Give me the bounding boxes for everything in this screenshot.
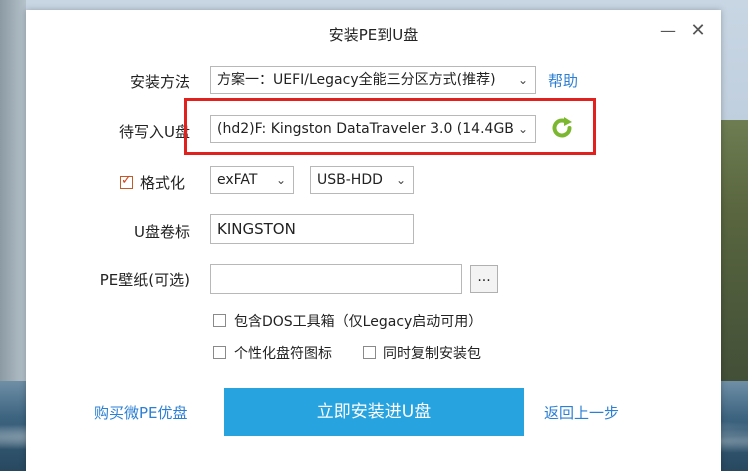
- help-link[interactable]: 帮助: [548, 70, 578, 91]
- target-drive-label: 待写入U盘: [119, 123, 190, 141]
- wallpaper-input[interactable]: [210, 264, 462, 294]
- format-label: 格式化: [140, 174, 186, 192]
- background-cliff-right: [718, 120, 748, 420]
- wallpaper-label: PE壁纸(可选): [99, 271, 190, 289]
- custom-icon-label: 个性化盘符图标: [234, 346, 332, 362]
- close-button[interactable]: ✕: [689, 22, 707, 40]
- back-link[interactable]: 返回上一步: [544, 402, 619, 423]
- boot-mode-select[interactable]: USB-HDD ⌄: [310, 166, 414, 194]
- include-dos-label: 包含DOS工具箱（仅Legacy启动可用）: [234, 314, 483, 330]
- copy-package-checkbox[interactable]: [363, 346, 376, 359]
- chevron-down-icon: ⌄: [275, 173, 287, 187]
- copy-package-label: 同时复制安装包: [383, 346, 481, 362]
- chevron-down-icon: ⌄: [517, 73, 529, 87]
- browse-button[interactable]: ...: [470, 265, 498, 293]
- background-cliff-left: [0, 0, 26, 395]
- filesystem-select[interactable]: exFAT ⌄: [210, 166, 294, 194]
- install-pe-dialog: 安装PE到U盘 — ✕ 安装方法 方案一：UEFI/Legacy全能三分区方式(…: [26, 10, 721, 471]
- volume-label-input[interactable]: KINGSTON: [210, 214, 414, 244]
- custom-icon-checkbox[interactable]: [213, 346, 226, 359]
- format-checkbox[interactable]: [120, 173, 133, 189]
- filesystem-value: exFAT: [217, 172, 258, 188]
- install-method-value: 方案一：UEFI/Legacy全能三分区方式(推荐): [217, 72, 496, 88]
- chevron-down-icon: ⌄: [395, 173, 407, 187]
- buy-pe-drive-link[interactable]: 购买微PE优盘: [94, 402, 188, 423]
- install-method-label: 安装方法: [129, 73, 190, 91]
- install-method-select[interactable]: 方案一：UEFI/Legacy全能三分区方式(推荐) ⌄: [210, 66, 536, 94]
- boot-mode-value: USB-HDD: [317, 172, 383, 188]
- volume-label-label: U盘卷标: [134, 223, 190, 241]
- dialog-title: 安装PE到U盘: [328, 26, 419, 44]
- minimize-button[interactable]: —: [659, 22, 677, 40]
- install-button[interactable]: 立即安装进U盘: [224, 388, 524, 436]
- include-dos-checkbox[interactable]: [213, 314, 226, 327]
- highlight-box: [184, 98, 596, 155]
